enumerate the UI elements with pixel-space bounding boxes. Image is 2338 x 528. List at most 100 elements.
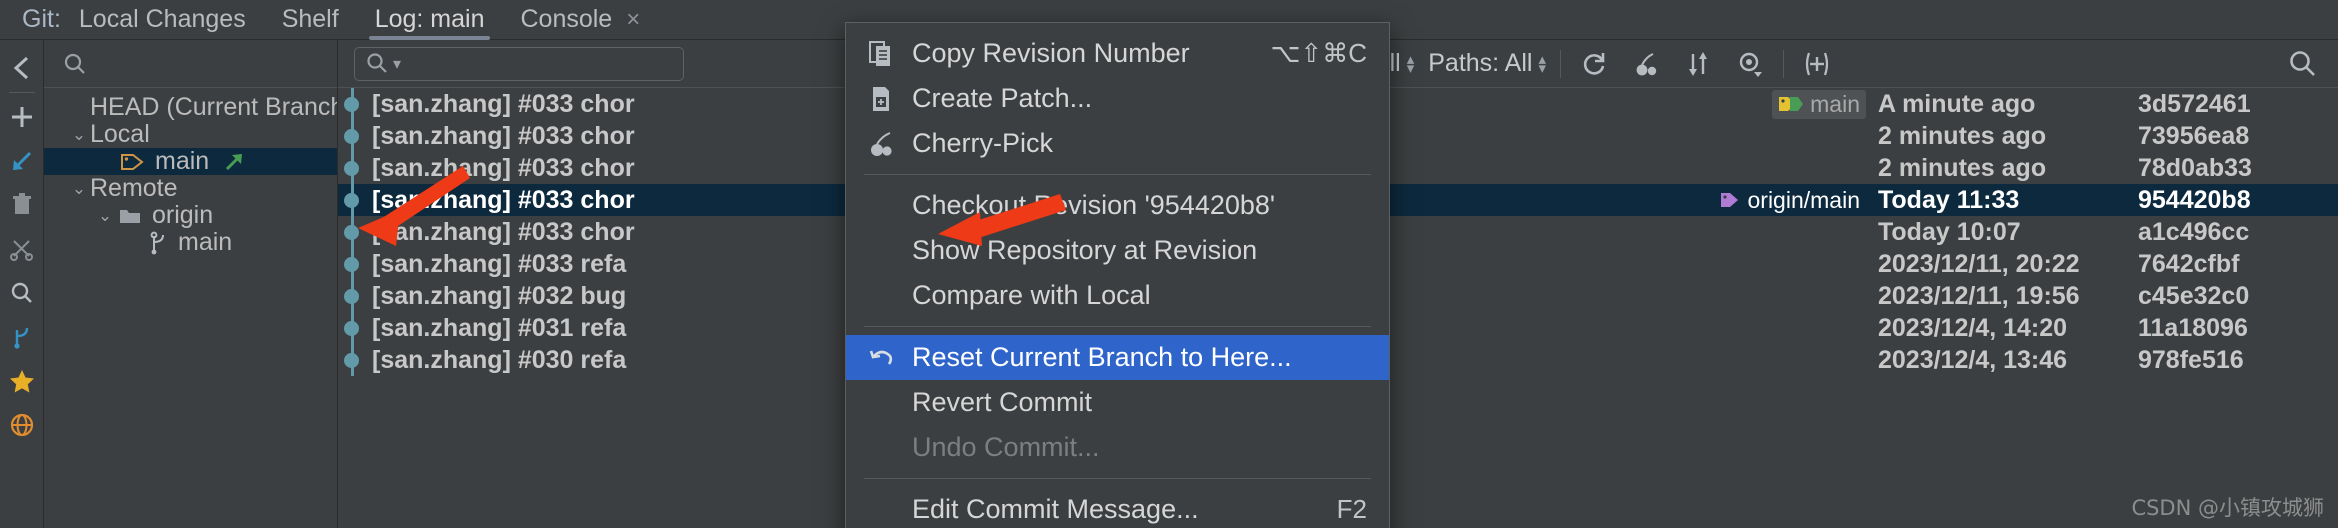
chevron-updown-icon[interactable]: ▴ ▾ — [1407, 52, 1415, 76]
menu-item-label: Undo Commit... — [912, 432, 1100, 462]
tree-item-remote[interactable]: ⌄ Remote — [44, 174, 337, 202]
menu-item-checkout-revision[interactable]: Checkout Revision '954420b8' — [846, 183, 1389, 228]
menu-separator — [864, 326, 1371, 327]
tree-item-origin-main[interactable]: main — [44, 228, 337, 256]
sort-icon[interactable] — [1679, 45, 1717, 83]
side-toolbar — [0, 40, 44, 528]
commit-hash: 73956ea8 — [2138, 121, 2250, 150]
menu-item-label: Copy Revision Number — [912, 38, 1190, 68]
tree-item-label: Remote — [90, 174, 178, 202]
menu-item-label: Revert Commit — [912, 387, 1093, 417]
branch-icon — [148, 231, 168, 255]
toolbar-divider — [1560, 49, 1561, 78]
delete-icon[interactable] — [0, 183, 44, 227]
cut-branch-icon[interactable] — [0, 227, 44, 271]
commit-hash: 7642cfbf — [2138, 249, 2240, 278]
graph-cell — [338, 184, 366, 216]
menu-item-compare-with-local[interactable]: Compare with Local — [846, 273, 1389, 318]
chevron-down-icon[interactable]: ⌄ — [94, 206, 116, 226]
ref-name: main — [1810, 90, 1860, 117]
menu-item-cherry-pick[interactable]: Cherry-Pick — [846, 121, 1389, 166]
tree-item-origin[interactable]: ⌄ origin — [44, 201, 337, 229]
menu-item-edit-commit-message[interactable]: Edit Commit Message... F2 — [846, 487, 1389, 528]
commit-date: Today 10:07 — [1878, 217, 2021, 246]
tab-shelf[interactable]: Shelf — [264, 0, 357, 40]
chevron-down-icon[interactable]: ⌄ — [68, 179, 90, 199]
commit-subject-head: [san.zhang] #033 refa — [372, 249, 627, 278]
refresh-icon[interactable] — [1575, 45, 1613, 83]
tag-icon — [120, 151, 145, 173]
chevron-down-icon[interactable]: ⌄ — [68, 125, 90, 145]
tab-label: Console — [520, 5, 613, 33]
arrow-up-right-icon — [223, 151, 245, 173]
reset-icon — [868, 344, 912, 372]
commit-date: A minute ago — [1878, 89, 2036, 118]
tree-item-label: origin — [152, 201, 214, 229]
close-icon[interactable]: × — [626, 7, 640, 32]
commit-date: 2023/12/4, 13:46 — [1878, 345, 2068, 374]
eye-icon[interactable] — [1731, 45, 1769, 83]
menu-item-label: Compare with Local — [912, 280, 1151, 310]
cherry-pick-icon[interactable] — [1627, 45, 1665, 83]
patch-icon — [868, 85, 912, 113]
search-icon[interactable] — [0, 271, 44, 315]
chevron-down-icon[interactable]: ▾ — [393, 54, 401, 74]
graph-cell — [338, 248, 366, 280]
tab-log-main[interactable]: Log: main — [357, 0, 503, 40]
git-label: Git: — [22, 5, 61, 33]
favorite-icon[interactable] — [0, 359, 44, 403]
ref-cell: origin/main — [1548, 186, 1878, 215]
copy-icon — [868, 40, 912, 68]
tree-item-label: main — [178, 228, 233, 256]
tab-local-changes[interactable]: Local Changes — [61, 0, 264, 40]
chevron-updown-icon[interactable]: ▴ ▾ — [1538, 52, 1546, 76]
graph-cell — [338, 120, 366, 152]
filter-paths[interactable]: Paths: All ▴ ▾ — [1428, 49, 1546, 78]
menu-item-show-repository-at-revision[interactable]: Show Repository at Revision — [846, 228, 1389, 273]
commit-hash: a1c496cc — [2138, 217, 2250, 246]
tree-item-local[interactable]: ⌄ Local — [44, 120, 337, 148]
commit-date: 2023/12/11, 20:22 — [1878, 249, 2080, 278]
tab-console[interactable]: Console × — [502, 0, 658, 40]
branch-icon[interactable] — [0, 315, 44, 359]
branch-label-chip[interactable]: main — [1772, 89, 1866, 119]
add-tab-icon[interactable] — [1798, 45, 1836, 83]
tree-item-head[interactable]: HEAD (Current Branch) — [44, 93, 337, 121]
menu-item-create-patch[interactable]: Create Patch... — [846, 76, 1389, 121]
watermark: CSDN @小镇攻城狮 — [2131, 496, 2324, 520]
menu-item-copy-revision-number[interactable]: Copy Revision Number ⌥⇧⌘C — [846, 31, 1389, 76]
menu-item-shortcut: ⌥⇧⌘C — [1270, 38, 1367, 68]
menu-item-revert-commit[interactable]: Revert Commit — [846, 380, 1389, 425]
menu-item-undo-commit: Undo Commit... — [846, 425, 1389, 470]
tab-label: Local Changes — [78, 5, 246, 33]
add-icon[interactable] — [0, 95, 44, 139]
branch-search-field[interactable] — [44, 40, 337, 88]
update-project-icon[interactable] — [0, 139, 44, 183]
commit-hash: 978fe516 — [2138, 345, 2244, 374]
globe-icon[interactable] — [0, 403, 44, 447]
menu-item-label: Create Patch... — [912, 83, 1093, 113]
tree-item-local-main[interactable]: main — [44, 147, 337, 175]
commit-hash: c45e32c0 — [2138, 281, 2250, 310]
branch-tree: HEAD (Current Branch) ⌄ Local main ⌄ Rem… — [44, 88, 337, 256]
collapse-icon[interactable] — [0, 46, 44, 90]
graph-cell — [338, 216, 366, 248]
commit-hash: 78d0ab33 — [2138, 153, 2252, 182]
tab-label: Shelf — [281, 5, 339, 33]
tree-item-label: HEAD (Current Branch) — [90, 93, 337, 121]
tree-item-label: main — [155, 147, 210, 175]
log-search-field[interactable]: ▾ — [354, 46, 684, 81]
graph-cell — [338, 344, 366, 376]
branch-label-chip[interactable]: origin/main — [1714, 186, 1867, 215]
commit-hash: 954420b8 — [2138, 185, 2251, 214]
tag-icon — [1720, 190, 1742, 210]
menu-separator — [864, 174, 1371, 175]
menu-item-label: Edit Commit Message... — [912, 494, 1199, 524]
search-icon[interactable] — [2284, 45, 2322, 83]
commit-date: 2023/12/11, 19:56 — [1878, 281, 2080, 310]
commit-hash: 3d572461 — [2138, 89, 2251, 118]
graph-cell — [338, 88, 366, 120]
menu-item-reset-current-branch-to-here[interactable]: Reset Current Branch to Here... — [846, 335, 1389, 380]
ref-name: origin/main — [1747, 186, 1861, 213]
menu-separator — [864, 478, 1371, 479]
